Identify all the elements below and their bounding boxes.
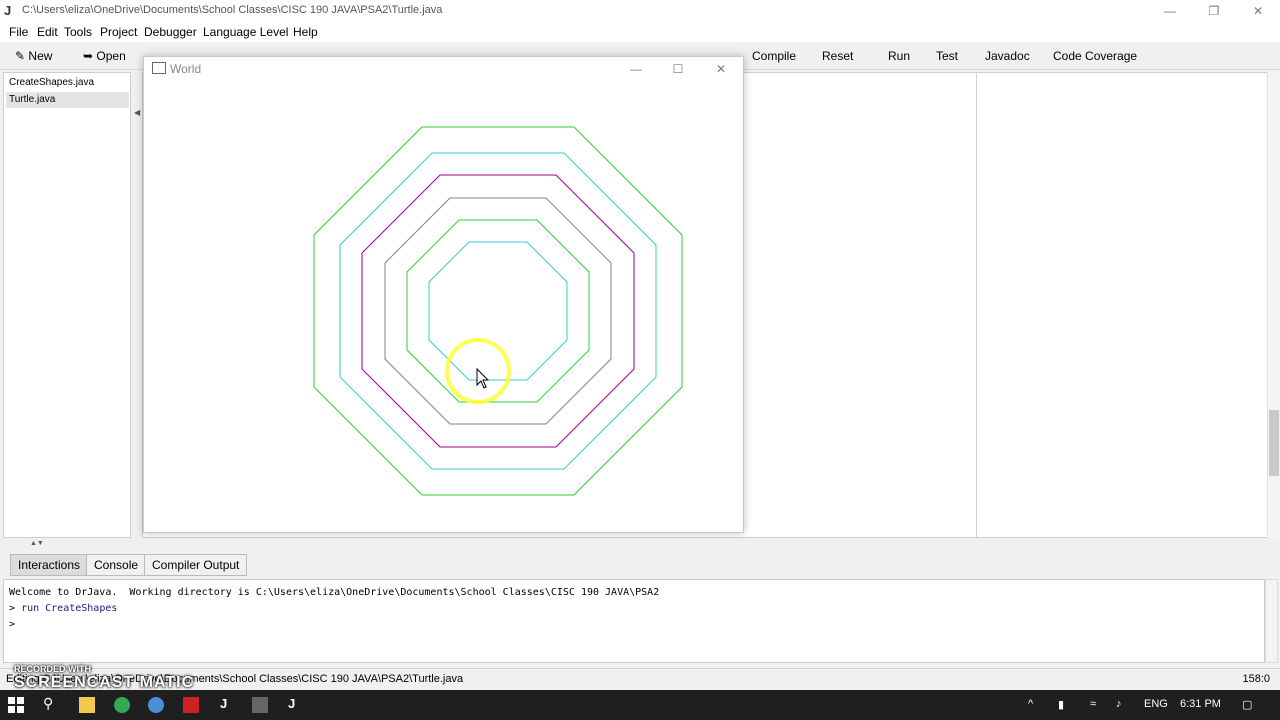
file-item-turtle[interactable]: Turtle.java xyxy=(6,92,129,108)
tab-compiler-output[interactable]: Compiler Output xyxy=(144,554,248,576)
horizontal-splitter[interactable]: ▲▼ xyxy=(0,540,1280,550)
close-icon[interactable]: ✕ xyxy=(1236,0,1280,22)
menu-bar: File Edit Tools Project Debugger Languag… xyxy=(0,22,1280,42)
drjava-icon: J xyxy=(4,3,12,18)
menu-tools[interactable]: Tools xyxy=(64,25,92,39)
menu-language-level[interactable]: Language Level xyxy=(203,25,288,39)
windows-start-icon[interactable] xyxy=(8,697,24,713)
drjava-taskbar-icon[interactable]: J xyxy=(220,696,227,711)
javadoc-button[interactable]: Javadoc xyxy=(985,49,1030,63)
new-file-icon: ✎ xyxy=(15,49,26,63)
console-command-line: > run CreateShapes xyxy=(9,603,118,614)
console-welcome-line: Welcome to DrJava. Working directory is … xyxy=(9,587,660,598)
app-icon[interactable] xyxy=(148,697,164,713)
search-icon[interactable]: ⚲ xyxy=(43,695,53,712)
notifications-icon[interactable]: ▢ xyxy=(1242,698,1252,711)
bottom-tabs: Interactions Console Compiler Output xyxy=(0,552,1280,576)
test-button[interactable]: Test xyxy=(936,49,958,63)
interactions-pane[interactable]: Welcome to DrJava. Working directory is … xyxy=(3,579,1265,663)
file-list: CreateShapes.java Turtle.java xyxy=(3,72,131,538)
world-canvas xyxy=(313,126,683,496)
cursor-position: 158:0 xyxy=(1242,673,1270,685)
console-prompt[interactable]: > xyxy=(9,619,15,630)
battery-icon[interactable]: ▮ xyxy=(1058,698,1064,711)
octagon-4 xyxy=(384,197,612,425)
console-scrollbar[interactable] xyxy=(1265,579,1278,663)
vertical-splitter[interactable]: ◀ xyxy=(132,72,142,538)
minimize-icon[interactable]: — xyxy=(1148,0,1192,22)
menu-file[interactable]: File xyxy=(9,25,28,39)
acrobat-icon[interactable] xyxy=(183,697,199,713)
menu-project[interactable]: Project xyxy=(100,25,137,39)
octagon-5 xyxy=(406,219,590,403)
open-folder-icon: ➥ xyxy=(83,49,94,63)
compile-button[interactable]: Compile xyxy=(752,49,796,63)
collapse-left-icon[interactable]: ◀ xyxy=(134,108,140,117)
drjava-taskbar-icon-2[interactable]: J xyxy=(288,696,295,711)
collapse-arrows-icon[interactable]: ▲▼ xyxy=(30,540,44,547)
menu-help[interactable]: Help xyxy=(293,25,318,39)
octagon-2 xyxy=(339,152,657,470)
volume-icon[interactable]: ♪ xyxy=(1116,698,1122,710)
scrollbar-thumb[interactable] xyxy=(1269,410,1279,476)
editor-scrollbar[interactable] xyxy=(1267,72,1279,538)
wifi-icon[interactable]: ≈ xyxy=(1090,698,1096,710)
new-button[interactable]: ✎ New xyxy=(15,49,52,63)
run-button[interactable]: Run xyxy=(888,49,910,63)
tab-interactions[interactable]: Interactions xyxy=(10,554,89,576)
language-indicator[interactable]: ENG xyxy=(1144,698,1168,710)
octagon-1 xyxy=(313,126,683,496)
console-command: run CreateShapes xyxy=(21,603,118,614)
file-item-createshapes[interactable]: CreateShapes.java xyxy=(6,75,129,91)
window-title: C:\Users\eliza\OneDrive\Documents\School… xyxy=(22,4,443,16)
restore-icon[interactable]: ❐ xyxy=(1192,0,1236,22)
title-bar: J C:\Users\eliza\OneDrive\Documents\Scho… xyxy=(0,0,1280,22)
menu-edit[interactable]: Edit xyxy=(37,25,58,39)
taskbar: ⚲ J J ^ ▮ ≈ ♪ ENG 6:31 PM ▢ xyxy=(0,690,1280,720)
code-coverage-button[interactable]: Code Coverage xyxy=(1053,49,1137,63)
world-taskbar-icon[interactable] xyxy=(252,697,268,713)
tab-console[interactable]: Console xyxy=(86,554,147,576)
menu-debugger[interactable]: Debugger xyxy=(144,25,197,39)
screencast-watermark: RECORDED WITH SCREENCAST MATIC xyxy=(14,664,195,691)
world-window[interactable]: World — ☐ ✕ xyxy=(143,56,744,533)
octagon-3 xyxy=(361,174,635,448)
file-explorer-icon[interactable] xyxy=(79,697,95,713)
mouse-pointer-icon xyxy=(476,367,490,389)
chrome-icon[interactable] xyxy=(114,697,130,713)
open-button[interactable]: ➥ Open xyxy=(83,49,126,63)
editor-margin-line xyxy=(976,72,977,538)
clock[interactable]: 6:31 PM xyxy=(1180,698,1221,710)
reset-button[interactable]: Reset xyxy=(822,49,853,63)
tray-chevron-icon[interactable]: ^ xyxy=(1028,698,1033,710)
